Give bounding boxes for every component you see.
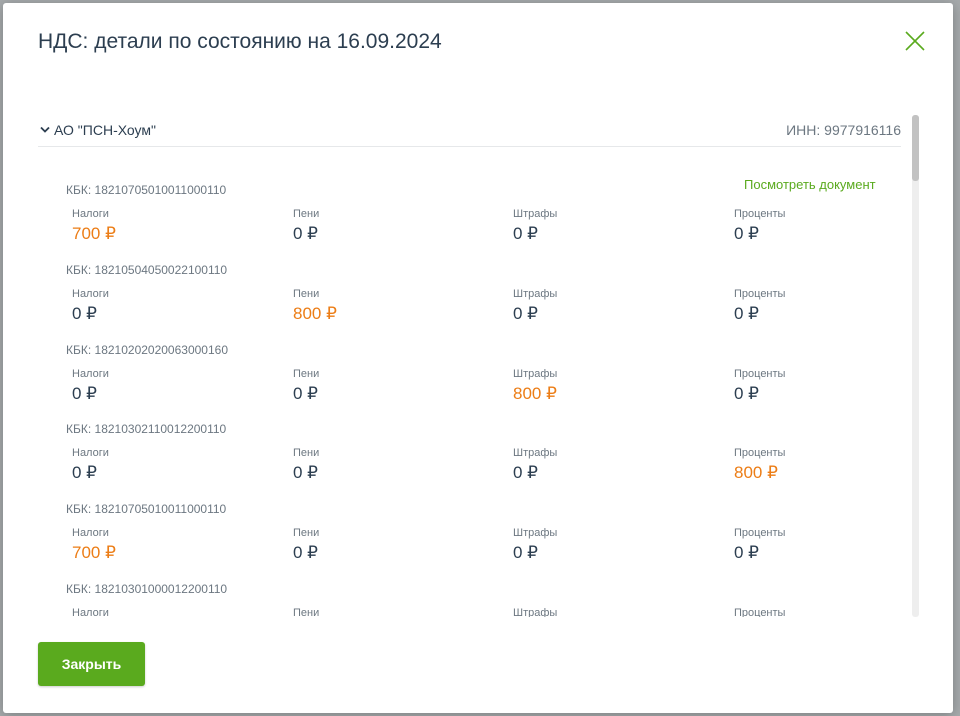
- cell-label: Штрафы: [513, 447, 558, 460]
- kbk-cell: Штрафы 0 ₽: [513, 287, 557, 326]
- org-inn: ИНН: 9977916116: [786, 122, 901, 138]
- cell-label: Пени: [293, 287, 320, 300]
- cell-value: 0 ₽: [734, 303, 759, 323]
- kbk-code: КБК: 18210202020063000160: [66, 342, 228, 357]
- cell-label: Пени: [293, 607, 320, 617]
- kbk-cell: Штрафы: [513, 606, 557, 617]
- cell-label: Штрафы: [513, 607, 558, 617]
- cell-label: Проценты: [734, 208, 786, 220]
- cell-value: 700 ₽: [72, 224, 116, 243]
- kbk-cell: Проценты 0 ₽: [734, 367, 785, 406]
- cell-value: 0 ₽: [72, 303, 97, 323]
- cell-label: Штрафы: [513, 287, 558, 300]
- cell-value: 800 ₽: [293, 303, 337, 323]
- chevron-down-icon[interactable]: [40, 126, 50, 134]
- cell-value: 0 ₽: [293, 224, 318, 243]
- cell-value: 0 ₽: [734, 224, 759, 243]
- cell-value: 800 ₽: [513, 383, 557, 403]
- cell-label: Налоги: [72, 527, 109, 540]
- kbk-cell: Налоги 700 ₽: [72, 207, 116, 246]
- cell-label: Проценты: [734, 607, 786, 617]
- kbk-block: КБК: 18210302110012200110 Налоги 0 ₽ Пени 0 …: [66, 422, 896, 502]
- cell-label: Штрафы: [513, 367, 558, 380]
- cell-label: Проценты: [734, 287, 786, 300]
- kbk-cell: Штрафы 0 ₽: [513, 526, 557, 565]
- kbk-block: КБК: 18210705010011000110 Налоги 700 ₽ Пени…: [66, 502, 896, 582]
- cell-label: Штрафы: [513, 527, 558, 540]
- cell-label: Налоги: [72, 607, 109, 617]
- kbk-cell: Пени 0 ₽: [293, 446, 319, 485]
- kbk-cell: Штрафы 0 ₽: [513, 207, 557, 246]
- kbk-code: КБК: 18210301000012200110: [66, 582, 228, 596]
- cell-value: 0 ₽: [734, 383, 759, 403]
- cell-value: 0 ₽: [513, 543, 538, 563]
- kbk-cell: Налоги: [72, 606, 109, 617]
- kbk-cell: Налоги 700 ₽: [72, 526, 116, 565]
- close-icon[interactable]: [903, 29, 927, 53]
- kbk-code: КБК: 18210705010011000110: [66, 502, 227, 517]
- modal-title: НДС: детали по состоянию на 16.09.2024: [38, 30, 442, 53]
- cell-label: Пени: [293, 447, 320, 460]
- kbk-cell: Проценты 0 ₽: [734, 287, 785, 326]
- kbk-cell: Налоги 0 ₽: [72, 446, 109, 485]
- cell-label: Пени: [293, 527, 320, 540]
- cell-value: 700 ₽: [72, 543, 116, 563]
- cell-value: 0 ₽: [293, 463, 318, 483]
- org-header[interactable]: АО "ПСН-Хоум" ИНН: 9977916116: [38, 113, 901, 147]
- kbk-cell: Налоги 0 ₽: [72, 287, 109, 326]
- cell-value: 0 ₽: [513, 463, 538, 483]
- vat-details-modal: НДС: детали по состоянию на 16.09.2024 А…: [3, 3, 953, 713]
- cell-label: Штрафы: [513, 208, 558, 220]
- cell-value: 0 ₽: [72, 463, 97, 483]
- kbk-block: КБК: 18210705010011000110 Налоги 700 ₽ Пени…: [66, 183, 896, 263]
- cell-label: Пени: [293, 208, 320, 220]
- kbk-cell: Пени 800 ₽: [293, 287, 337, 326]
- cell-label: Налоги: [72, 447, 109, 460]
- kbk-cell: Проценты: [734, 606, 785, 617]
- cell-value: 0 ₽: [513, 224, 538, 243]
- cell-value: 800 ₽: [734, 463, 778, 483]
- cell-value: 0 ₽: [513, 303, 538, 323]
- kbk-cell: Пени: [293, 606, 319, 617]
- cell-label: Проценты: [734, 447, 786, 460]
- scrollbar[interactable]: [912, 115, 919, 617]
- kbk-block: КБК: 18210202020063000160 Налоги 0 ₽ Пени 0 …: [66, 343, 896, 423]
- cell-label: Налоги: [72, 287, 109, 300]
- cell-value: 0 ₽: [293, 543, 318, 563]
- kbk-cell: Штрафы 0 ₽: [513, 446, 557, 485]
- kbk-cell: Проценты 0 ₽: [734, 526, 785, 565]
- cell-label: Пени: [293, 367, 320, 380]
- kbk-code: КБК: 18210302110012200110: [66, 422, 227, 437]
- cell-label: Налоги: [72, 208, 109, 220]
- kbk-list[interactable]: АО "ПСН-Хоум" ИНН: 9977916116 Посмотреть…: [38, 113, 913, 617]
- cell-label: Налоги: [72, 367, 109, 380]
- close-button[interactable]: Закрыть: [38, 642, 145, 686]
- org-name: АО "ПСН-Хоум": [54, 122, 156, 138]
- kbk-cell: Пени 0 ₽: [293, 526, 319, 565]
- kbk-code: КБК: 18210705010011000110: [66, 183, 227, 197]
- kbk-cell: Проценты 800 ₽: [734, 446, 785, 485]
- cell-value: 0 ₽: [293, 383, 318, 403]
- kbk-cell: Налоги 0 ₽: [72, 367, 109, 406]
- kbk-code: КБК: 18210504050022100110: [66, 262, 228, 277]
- scrollbar-thumb[interactable]: [912, 115, 919, 181]
- cell-value: 0 ₽: [72, 383, 97, 403]
- kbk-cell: Пени 0 ₽: [293, 207, 319, 246]
- kbk-block: КБК: 18210301000012200110 Налоги Пени Штраф…: [66, 582, 896, 617]
- cell-label: Проценты: [734, 527, 786, 540]
- kbk-cell: Штрафы 800 ₽: [513, 367, 557, 406]
- kbk-cell: Проценты 0 ₽: [734, 207, 785, 246]
- kbk-block: КБК: 18210504050022100110 Налоги 0 ₽ Пени 80…: [66, 263, 896, 343]
- cell-label: Проценты: [734, 367, 786, 380]
- cell-value: 0 ₽: [734, 543, 759, 563]
- kbk-cell: Пени 0 ₽: [293, 367, 319, 406]
